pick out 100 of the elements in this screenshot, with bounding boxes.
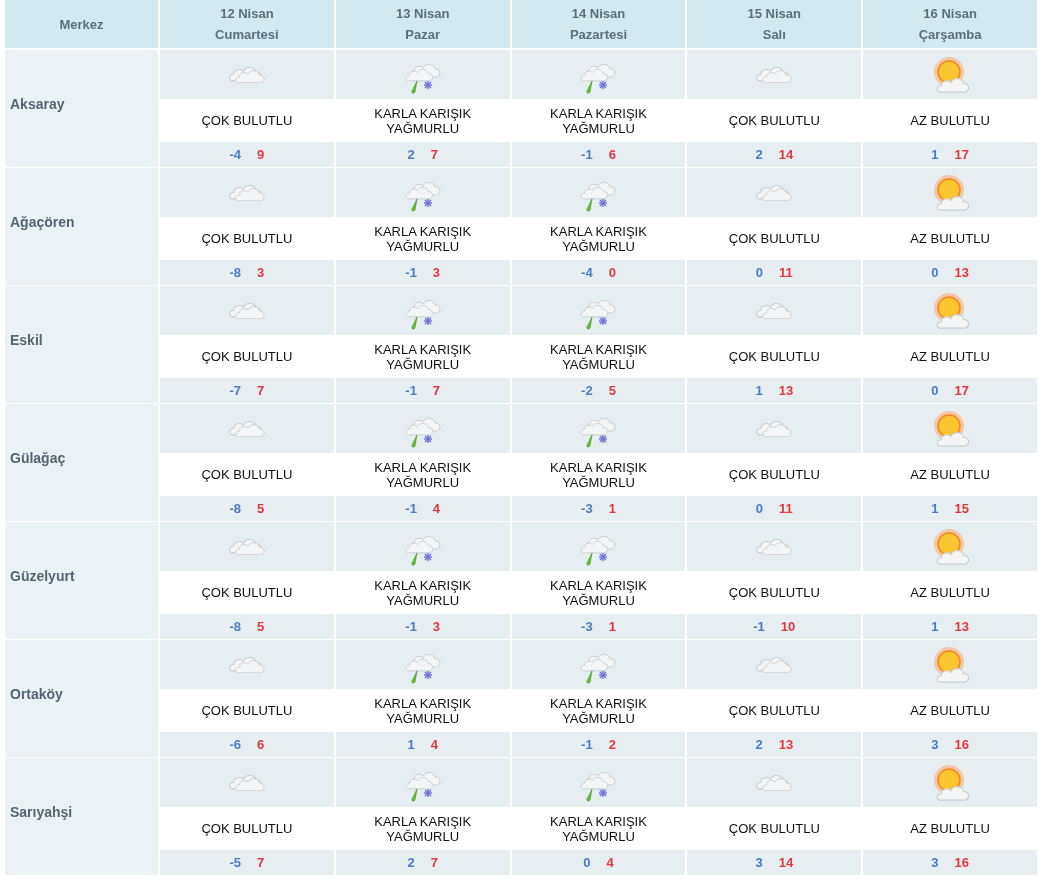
high-temperature: 0 xyxy=(608,265,616,280)
high-temperature: 16 xyxy=(954,855,969,870)
high-temperature: 17 xyxy=(954,383,969,398)
column-header-date: 13 Nisan xyxy=(395,5,450,23)
low-temperature: 1 xyxy=(755,383,763,398)
high-temperature: 6 xyxy=(608,147,616,162)
cloud-icon xyxy=(754,656,795,673)
low-temperature: 1 xyxy=(407,737,415,752)
high-temperature: 14 xyxy=(778,147,794,162)
low-temperature: 0 xyxy=(931,383,939,398)
low-temperature: -2 xyxy=(581,383,593,398)
low-temperature: -8 xyxy=(229,619,242,634)
high-temperature: 2 xyxy=(608,737,616,752)
high-temperature: 3 xyxy=(432,619,441,634)
station-name: Aksaray xyxy=(5,50,158,167)
high-temperature: 1 xyxy=(608,501,616,516)
column-header-date: 16 Nisan xyxy=(923,5,977,23)
low-temperature: 1 xyxy=(931,147,939,162)
low-temperature: 0 xyxy=(583,855,591,870)
cloud-icon xyxy=(754,184,795,201)
column-header-date: 14 Nisan xyxy=(571,5,626,23)
low-temperature: 3 xyxy=(755,855,763,870)
cloud-icon xyxy=(226,656,267,673)
low-temperature: -6 xyxy=(229,737,242,752)
low-temperature: 0 xyxy=(755,501,764,516)
cloud-icon xyxy=(754,302,795,319)
column-header-weekday: Pazartesi xyxy=(569,26,628,44)
low-temperature: 2 xyxy=(755,147,763,162)
low-temperature: 2 xyxy=(755,737,763,752)
station-name: Ortaköy xyxy=(5,640,158,757)
low-temperature: -1 xyxy=(753,619,765,634)
low-temperature: -1 xyxy=(405,383,417,398)
high-temperature: 4 xyxy=(432,501,441,516)
low-temperature: -5 xyxy=(229,855,242,870)
high-temperature: 7 xyxy=(257,383,265,398)
cloud-icon xyxy=(226,302,267,319)
high-temperature: 7 xyxy=(430,855,438,870)
low-temperature: -4 xyxy=(581,265,593,280)
high-temperature: 11 xyxy=(779,501,793,516)
column-header-date: 15 Nisan xyxy=(747,5,802,23)
high-temperature: 3 xyxy=(257,265,265,280)
high-temperature: 10 xyxy=(780,619,796,634)
cloud-icon xyxy=(226,184,267,201)
high-temperature: 5 xyxy=(257,619,265,634)
cloud-icon xyxy=(226,538,267,555)
low-temperature: 2 xyxy=(407,855,415,870)
high-temperature: 13 xyxy=(778,737,794,752)
high-temperature: 5 xyxy=(608,383,616,398)
low-temperature: -4 xyxy=(229,147,242,162)
low-temperature: 3 xyxy=(931,737,939,752)
high-temperature: 11 xyxy=(779,265,793,280)
column-header-weekday: Çarşamba xyxy=(918,26,982,44)
low-temperature: -1 xyxy=(405,265,417,280)
high-temperature: 16 xyxy=(954,737,969,752)
column-header: Merkez xyxy=(5,0,158,48)
column-header-date: 12 Nisan xyxy=(220,5,274,23)
high-temperature: 3 xyxy=(432,265,441,280)
high-temperature: 1 xyxy=(608,619,616,634)
station-name: Ağaçören xyxy=(5,168,158,285)
cloud-icon xyxy=(226,66,267,83)
low-temperature: -8 xyxy=(229,265,242,280)
low-temperature: -1 xyxy=(581,737,593,752)
cloud-icon xyxy=(754,420,795,437)
high-temperature: 7 xyxy=(432,383,441,398)
high-temperature: 14 xyxy=(778,855,794,870)
high-temperature: 17 xyxy=(954,147,969,162)
cloud-icon xyxy=(226,774,267,791)
column-header-weekday: Cumartesi xyxy=(215,26,279,44)
low-temperature: -3 xyxy=(581,619,593,634)
high-temperature: 13 xyxy=(778,383,794,398)
low-temperature: 0 xyxy=(755,265,764,280)
high-temperature: 15 xyxy=(954,501,969,516)
low-temperature: 0 xyxy=(931,265,939,280)
station-name: Eskil xyxy=(5,286,158,403)
cloud-icon xyxy=(754,538,795,555)
low-temperature: -1 xyxy=(405,619,417,634)
low-temperature: -1 xyxy=(581,147,593,162)
low-temperature: 2 xyxy=(407,147,415,162)
column-header-weekday: Pazar xyxy=(405,26,441,44)
high-temperature: 9 xyxy=(257,147,265,162)
station-name: Sarıyahşi xyxy=(5,758,158,875)
low-temperature: -8 xyxy=(229,501,242,516)
low-temperature: 1 xyxy=(931,501,939,516)
high-temperature: 6 xyxy=(257,737,265,752)
low-temperature: 3 xyxy=(931,855,939,870)
low-temperature: -7 xyxy=(229,383,242,398)
cloud-icon xyxy=(754,774,795,791)
high-temperature: 7 xyxy=(430,147,438,162)
low-temperature: 1 xyxy=(931,619,939,634)
station-name: Güzelyurt xyxy=(5,522,158,639)
high-temperature: 13 xyxy=(954,619,969,634)
high-temperature: 7 xyxy=(257,855,265,870)
station-name: Gülağaç xyxy=(5,404,158,521)
high-temperature: 13 xyxy=(954,265,969,280)
cloud-icon xyxy=(754,66,795,83)
high-temperature: 4 xyxy=(430,737,438,752)
high-temperature: 5 xyxy=(257,501,265,516)
high-temperature: 4 xyxy=(606,855,614,870)
low-temperature: -3 xyxy=(581,501,593,516)
column-header-weekday: Salı xyxy=(762,26,786,44)
